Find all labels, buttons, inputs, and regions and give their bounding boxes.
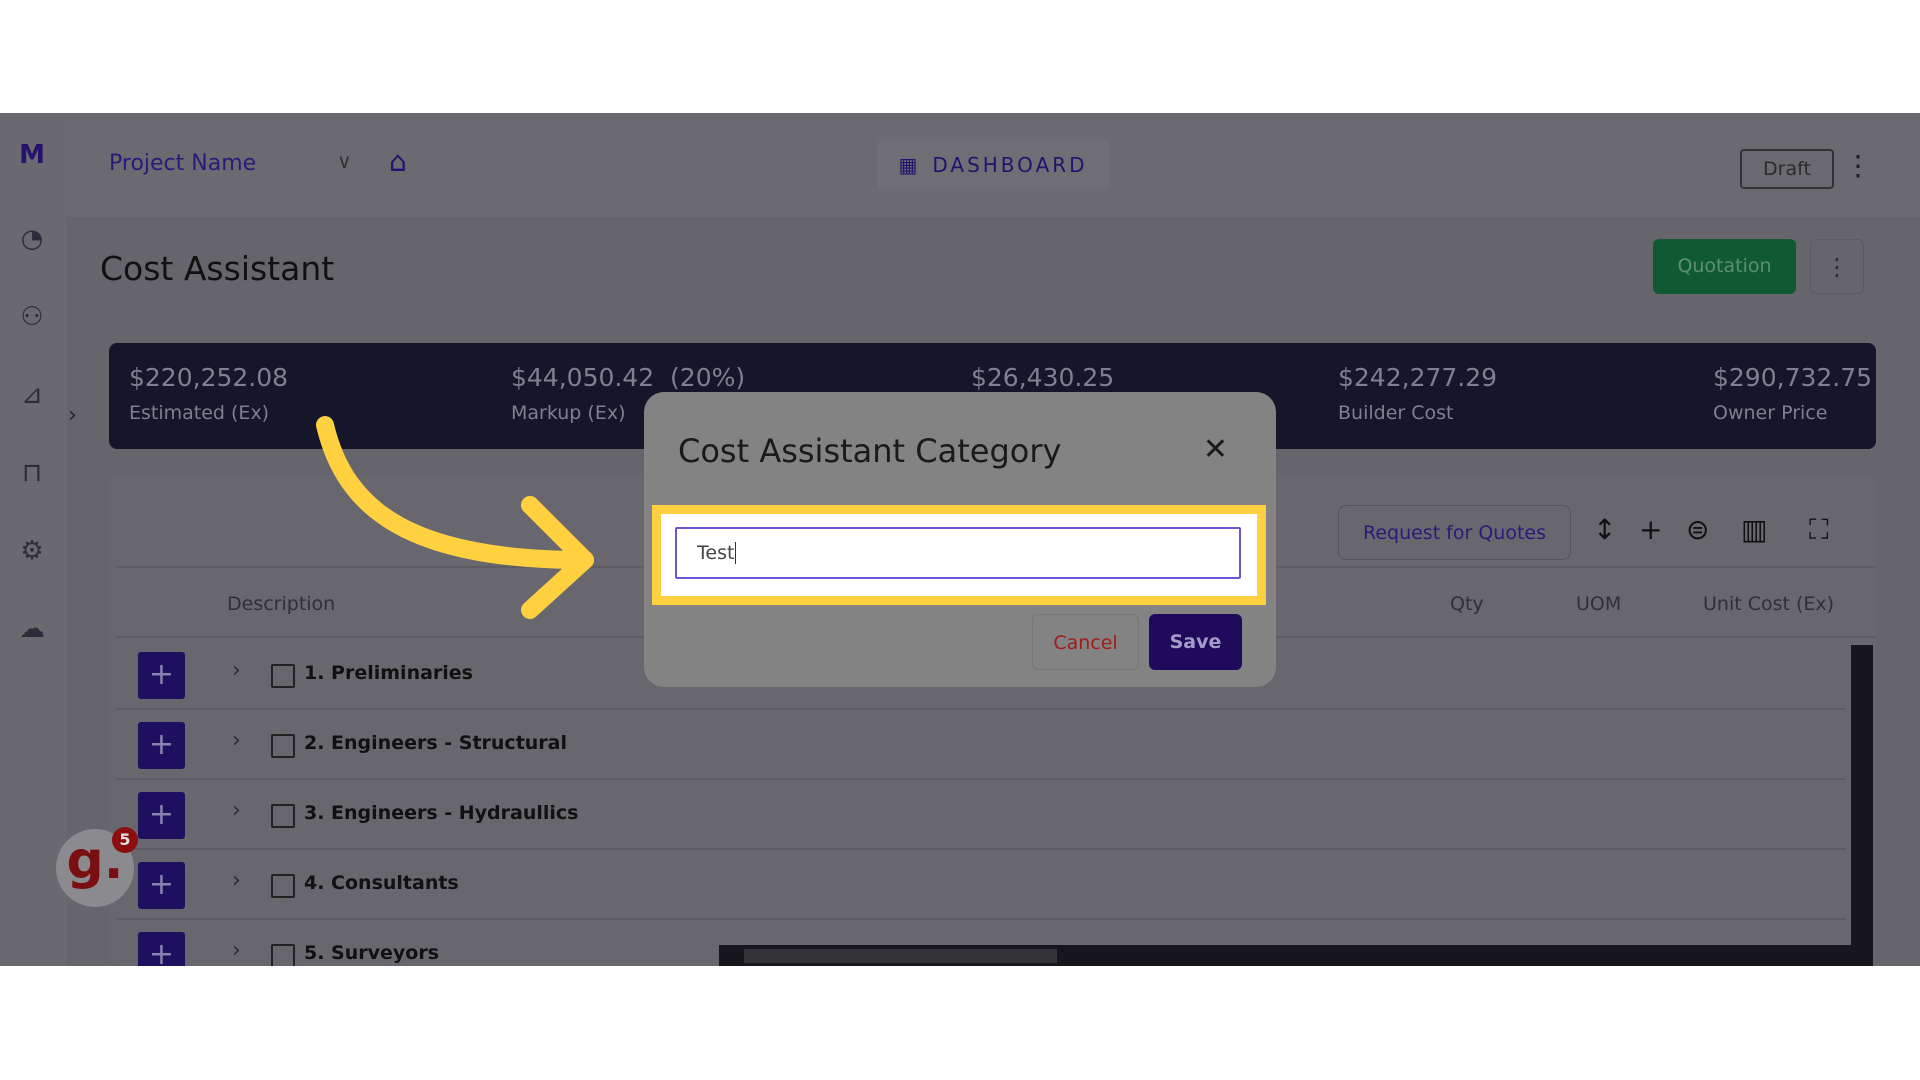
modal-title: Cost Assistant Category — [678, 432, 1062, 470]
quotation-button[interactable]: Quotation — [1653, 239, 1796, 294]
stat-builder-cost: $242,277.29 Builder Cost — [1338, 363, 1498, 424]
stat-estimated: $220,252.08 Estimated (Ex) — [129, 363, 289, 424]
add-row-button[interactable]: + — [138, 722, 185, 769]
row-checkbox[interactable] — [271, 734, 295, 758]
table-row[interactable]: + › 2. Engineers - Structural — [116, 710, 1846, 780]
highlight-box: Test — [652, 505, 1266, 605]
horizontal-scrollbar[interactable] — [719, 945, 1873, 966]
row-label: 4. Consultants — [304, 872, 459, 894]
presentation-icon[interactable]: ⊓ — [14, 455, 50, 491]
save-button[interactable]: Save — [1149, 614, 1242, 670]
add-row-button[interactable]: + — [138, 932, 185, 966]
col-uom: UOM — [1576, 593, 1622, 615]
stat-owner-price: $290,732.75 Owner Price — [1713, 363, 1873, 424]
columns-icon[interactable]: ▥ — [1741, 513, 1767, 546]
table-row[interactable]: + › 4. Consultants — [116, 850, 1846, 920]
category-modal: Cost Assistant Category ✕ Test Cancel Sa… — [644, 392, 1276, 687]
table-row[interactable]: + › 3. Engineers - Hydraullics — [116, 780, 1846, 850]
chevron-right-icon[interactable]: › — [232, 728, 241, 753]
expand-sidebar-icon[interactable]: › — [68, 403, 77, 428]
add-icon[interactable]: + — [1639, 513, 1662, 546]
add-row-button[interactable]: + — [138, 862, 185, 909]
add-row-button[interactable]: + — [138, 652, 185, 699]
guidde-badge[interactable]: g. 5 — [56, 827, 138, 907]
chevron-right-icon[interactable]: › — [232, 938, 241, 963]
chart-icon[interactable]: ⊿ — [14, 377, 50, 413]
speedometer-icon[interactable]: ◔ — [14, 221, 50, 257]
more-icon[interactable]: ⋮ — [1844, 149, 1872, 182]
chevron-right-icon[interactable]: › — [232, 798, 241, 823]
row-checkbox[interactable] — [271, 804, 295, 828]
col-unit-cost: Unit Cost (Ex) — [1703, 593, 1835, 615]
project-select[interactable]: Project Name — [109, 151, 256, 176]
chevron-right-icon[interactable]: › — [232, 658, 241, 683]
category-name-input[interactable]: Test — [675, 527, 1241, 579]
row-label: 2. Engineers - Structural — [304, 732, 568, 754]
col-qty: Qty — [1450, 593, 1484, 615]
dashboard-label: DASHBOARD — [932, 153, 1088, 177]
pointer-arrow-icon — [316, 416, 594, 619]
users-icon[interactable]: ⚇ — [14, 299, 50, 335]
row-label: 1. Preliminaries — [304, 662, 473, 684]
dashboard-button[interactable]: ▦ DASHBOARD — [877, 139, 1109, 191]
cancel-button[interactable]: Cancel — [1032, 614, 1139, 670]
page-title: Cost Assistant — [100, 249, 335, 288]
sidebar: M ◔ ⚇ ⊿ ⊓ ⚙ ☁ — [0, 113, 67, 966]
chevron-right-icon[interactable]: › — [232, 868, 241, 893]
add-row-button[interactable]: + — [138, 792, 185, 839]
row-checkbox[interactable] — [271, 664, 295, 688]
row-height-icon[interactable]: ↕ — [1593, 513, 1616, 546]
logo-icon: M — [19, 140, 45, 170]
header: Project Name ∨ ⌂ ▦ DASHBOARD Draft ⋮ — [67, 113, 1920, 217]
home-icon[interactable]: ⌂ — [389, 145, 407, 178]
gear-icon[interactable]: ⚙ — [14, 533, 50, 569]
request-for-quotes-button[interactable]: Request for Quotes — [1338, 505, 1571, 560]
text-cursor — [735, 542, 737, 564]
close-icon[interactable]: ✕ — [1203, 432, 1228, 467]
grid-icon: ▦ — [898, 153, 921, 177]
scrollbar-thumb[interactable] — [744, 949, 1057, 963]
chevron-down-icon[interactable]: ∨ — [337, 149, 352, 173]
row-label: 3. Engineers - Hydraullics — [304, 802, 579, 824]
badge-count: 5 — [112, 827, 138, 853]
more-options-button[interactable]: ⋮ — [1810, 239, 1864, 294]
draft-button[interactable]: Draft — [1740, 149, 1834, 189]
cloud-icon[interactable]: ☁ — [14, 611, 50, 647]
row-label: 5. Surveyors — [304, 942, 440, 964]
category-name-value: Test — [697, 542, 735, 564]
filter-icon[interactable]: ⊜ — [1686, 513, 1709, 546]
fullscreen-icon[interactable]: ⛶ — [1809, 513, 1829, 547]
vertical-scrollbar[interactable] — [1851, 645, 1873, 945]
row-checkbox[interactable] — [271, 944, 295, 966]
row-checkbox[interactable] — [271, 874, 295, 898]
